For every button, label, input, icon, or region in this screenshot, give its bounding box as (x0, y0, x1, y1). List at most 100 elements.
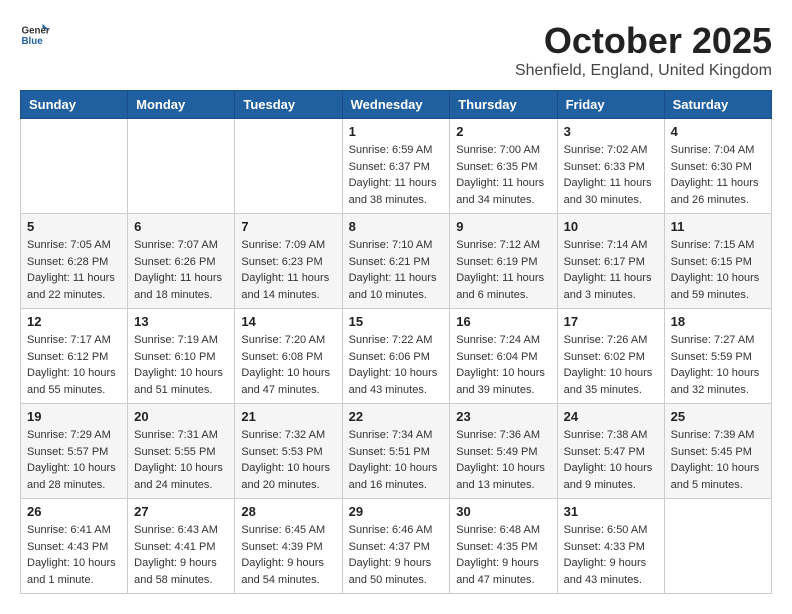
calendar-table: SundayMondayTuesdayWednesdayThursdayFrid… (20, 90, 772, 594)
calendar-cell: 11Sunrise: 7:15 AM Sunset: 6:15 PM Dayli… (664, 214, 771, 309)
day-number: 2 (456, 124, 550, 139)
calendar-cell: 24Sunrise: 7:38 AM Sunset: 5:47 PM Dayli… (557, 404, 664, 499)
calendar-header-row: SundayMondayTuesdayWednesdayThursdayFrid… (21, 91, 772, 119)
day-number: 12 (27, 314, 121, 329)
weekday-header: Thursday (450, 91, 557, 119)
calendar-cell: 16 Sunrise: 7:24 AM Sunset: 6:04 PM Dayli… (450, 309, 557, 404)
day-number: 5 (27, 219, 121, 234)
day-info: Sunrise: 7:29 AM Sunset: 5:57 PM Dayligh… (27, 427, 121, 493)
calendar-cell: 3 Sunrise: 7:02 AM Sunset: 6:33 PM Daylig… (557, 119, 664, 214)
calendar-cell: 6 Sunrise: 7:07 AM Sunset: 6:26 PM Daylig… (128, 214, 235, 309)
day-number: 19 (27, 409, 121, 424)
day-info: Sunrise: 7:02 AM Sunset: 6:33 PM Dayligh… (564, 142, 658, 208)
day-info: Sunrise: 7:27 AM Sunset: 5:59 PM Dayligh… (671, 332, 765, 398)
calendar-cell: 17 Sunrise: 7:26 AM Sunset: 6:02 PM Dayli… (557, 309, 664, 404)
day-info: Sunrise: 7:00 AM Sunset: 6:35 PM Dayligh… (456, 142, 550, 208)
calendar-cell: 26 Sunrise: 6:41 AM Sunset: 4:43 PM Dayli… (21, 499, 128, 594)
day-info: Sunrise: 7:19 AM Sunset: 6:10 PM Dayligh… (134, 332, 228, 398)
calendar-week-row: 1 Sunrise: 6:59 AM Sunset: 6:37 PM Daylig… (21, 119, 772, 214)
calendar-cell: 5 Sunrise: 7:05 AM Sunset: 6:28 PM Daylig… (21, 214, 128, 309)
day-info: Sunrise: 7:12 AM Sunset: 6:19 PM Dayligh… (456, 237, 550, 303)
day-number: 16 (456, 314, 550, 329)
day-number: 13 (134, 314, 228, 329)
day-number: 8 (349, 219, 444, 234)
day-number: 26 (27, 504, 121, 519)
day-info: Sunrise: 6:45 AM Sunset: 4:39 PM Dayligh… (241, 522, 335, 588)
day-number: 29 (349, 504, 444, 519)
day-info: Sunrise: 7:14 AM Sunset: 6:17 PM Dayligh… (564, 237, 658, 303)
day-number: 15 (349, 314, 444, 329)
calendar-cell: 14 Sunrise: 7:20 AM Sunset: 6:08 PM Dayli… (235, 309, 342, 404)
day-info: Sunrise: 7:39 AM Sunset: 5:45 PM Dayligh… (671, 427, 765, 493)
month-title: October 2025 (515, 20, 772, 62)
day-info: Sunrise: 7:09 AM Sunset: 6:23 PM Dayligh… (241, 237, 335, 303)
day-number: 18 (671, 314, 765, 329)
day-info: Sunrise: 7:05 AM Sunset: 6:28 PM Dayligh… (27, 237, 121, 303)
logo: General Blue (20, 20, 50, 50)
weekday-header: Tuesday (235, 91, 342, 119)
day-info: Sunrise: 7:04 AM Sunset: 6:30 PM Dayligh… (671, 142, 765, 208)
day-number: 1 (349, 124, 444, 139)
page-header: General Blue October 2025 Shenfield, Eng… (20, 20, 772, 80)
calendar-cell: 9Sunrise: 7:12 AM Sunset: 6:19 PM Daylig… (450, 214, 557, 309)
calendar-cell: 31 Sunrise: 6:50 AM Sunset: 4:33 PM Dayli… (557, 499, 664, 594)
calendar-cell: 28 Sunrise: 6:45 AM Sunset: 4:39 PM Dayli… (235, 499, 342, 594)
day-info: Sunrise: 7:36 AM Sunset: 5:49 PM Dayligh… (456, 427, 550, 493)
day-info: Sunrise: 6:59 AM Sunset: 6:37 PM Dayligh… (349, 142, 444, 208)
calendar-cell: 19 Sunrise: 7:29 AM Sunset: 5:57 PM Dayli… (21, 404, 128, 499)
calendar-cell: 23 Sunrise: 7:36 AM Sunset: 5:49 PM Dayli… (450, 404, 557, 499)
calendar-cell: 30 Sunrise: 6:48 AM Sunset: 4:35 PM Dayli… (450, 499, 557, 594)
day-number: 30 (456, 504, 550, 519)
day-number: 11 (671, 219, 765, 234)
calendar-week-row: 12 Sunrise: 7:17 AM Sunset: 6:12 PM Dayli… (21, 309, 772, 404)
day-info: Sunrise: 7:31 AM Sunset: 5:55 PM Dayligh… (134, 427, 228, 493)
day-number: 7 (241, 219, 335, 234)
day-info: Sunrise: 7:26 AM Sunset: 6:02 PM Dayligh… (564, 332, 658, 398)
day-info: Sunrise: 7:07 AM Sunset: 6:26 PM Dayligh… (134, 237, 228, 303)
day-number: 22 (349, 409, 444, 424)
day-number: 17 (564, 314, 658, 329)
calendar-cell: 15 Sunrise: 7:22 AM Sunset: 6:06 PM Dayli… (342, 309, 450, 404)
weekday-header: Saturday (664, 91, 771, 119)
day-info: Sunrise: 7:34 AM Sunset: 5:51 PM Dayligh… (349, 427, 444, 493)
day-info: Sunrise: 7:20 AM Sunset: 6:08 PM Dayligh… (241, 332, 335, 398)
day-number: 3 (564, 124, 658, 139)
calendar-cell: 21Sunrise: 7:32 AM Sunset: 5:53 PM Dayli… (235, 404, 342, 499)
calendar-cell: 13 Sunrise: 7:19 AM Sunset: 6:10 PM Dayli… (128, 309, 235, 404)
svg-text:Blue: Blue (22, 36, 44, 47)
day-number: 31 (564, 504, 658, 519)
location-title: Shenfield, England, United Kingdom (515, 62, 772, 80)
calendar-cell: 7 Sunrise: 7:09 AM Sunset: 6:23 PM Daylig… (235, 214, 342, 309)
weekday-header: Monday (128, 91, 235, 119)
day-number: 14 (241, 314, 335, 329)
calendar-cell: 29 Sunrise: 6:46 AM Sunset: 4:37 PM Dayli… (342, 499, 450, 594)
weekday-header: Wednesday (342, 91, 450, 119)
calendar-cell: 2 Sunrise: 7:00 AM Sunset: 6:35 PM Daylig… (450, 119, 557, 214)
day-info: Sunrise: 6:50 AM Sunset: 4:33 PM Dayligh… (564, 522, 658, 588)
calendar-cell: 12 Sunrise: 7:17 AM Sunset: 6:12 PM Dayli… (21, 309, 128, 404)
day-info: Sunrise: 6:41 AM Sunset: 4:43 PM Dayligh… (27, 522, 121, 588)
day-info: Sunrise: 7:32 AM Sunset: 5:53 PM Dayligh… (241, 427, 335, 493)
calendar-cell (21, 119, 128, 214)
day-number: 10 (564, 219, 658, 234)
calendar-cell: 4Sunrise: 7:04 AM Sunset: 6:30 PM Daylig… (664, 119, 771, 214)
day-number: 23 (456, 409, 550, 424)
weekday-header: Friday (557, 91, 664, 119)
calendar-cell: 20Sunrise: 7:31 AM Sunset: 5:55 PM Dayli… (128, 404, 235, 499)
calendar-cell: 10 Sunrise: 7:14 AM Sunset: 6:17 PM Dayli… (557, 214, 664, 309)
calendar-cell: 25Sunrise: 7:39 AM Sunset: 5:45 PM Dayli… (664, 404, 771, 499)
weekday-header: Sunday (21, 91, 128, 119)
day-number: 6 (134, 219, 228, 234)
day-number: 28 (241, 504, 335, 519)
calendar-week-row: 26 Sunrise: 6:41 AM Sunset: 4:43 PM Dayli… (21, 499, 772, 594)
calendar-cell (664, 499, 771, 594)
calendar-cell: 8Sunrise: 7:10 AM Sunset: 6:21 PM Daylig… (342, 214, 450, 309)
day-info: Sunrise: 7:17 AM Sunset: 6:12 PM Dayligh… (27, 332, 121, 398)
day-info: Sunrise: 7:22 AM Sunset: 6:06 PM Dayligh… (349, 332, 444, 398)
calendar-cell: 27Sunrise: 6:43 AM Sunset: 4:41 PM Dayli… (128, 499, 235, 594)
calendar-week-row: 5 Sunrise: 7:05 AM Sunset: 6:28 PM Daylig… (21, 214, 772, 309)
day-info: Sunrise: 7:24 AM Sunset: 6:04 PM Dayligh… (456, 332, 550, 398)
day-info: Sunrise: 7:38 AM Sunset: 5:47 PM Dayligh… (564, 427, 658, 493)
day-info: Sunrise: 6:46 AM Sunset: 4:37 PM Dayligh… (349, 522, 444, 588)
day-info: Sunrise: 6:48 AM Sunset: 4:35 PM Dayligh… (456, 522, 550, 588)
